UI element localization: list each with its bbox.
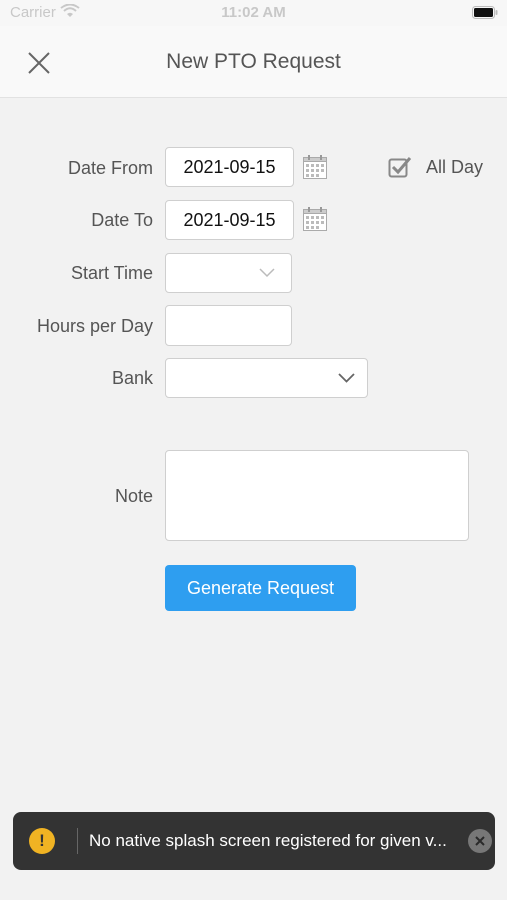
date-from-input[interactable]: 2021-09-15 [165, 147, 294, 187]
toast-message: No native splash screen registered for g… [89, 831, 447, 850]
close-icon [475, 836, 485, 846]
toast-close-button[interactable] [468, 829, 492, 853]
status-time: 11:02 AM [221, 4, 286, 21]
date-from-label: Date From [67, 158, 153, 178]
page-title: New PTO Request [166, 50, 341, 73]
hours-per-day-input[interactable] [165, 305, 292, 346]
toast-notification: ! No native splash screen registered for… [13, 812, 495, 870]
calendar-icon[interactable] [302, 154, 328, 180]
all-day-label: All Day [426, 156, 484, 177]
note-textarea[interactable] [165, 450, 469, 541]
generate-request-button[interactable]: Generate Request [165, 565, 356, 611]
bank-label: Bank [111, 368, 153, 388]
battery-icon [472, 6, 498, 19]
checkbox-checked-icon [388, 157, 412, 178]
date-to-input[interactable]: 2021-09-15 [165, 200, 294, 240]
date-to-label: Date To [91, 210, 153, 230]
toast-divider [77, 828, 78, 854]
note-label: Note [114, 486, 153, 506]
warning-icon: ! [29, 828, 55, 854]
start-time-label: Start Time [70, 263, 153, 283]
all-day-checkbox[interactable]: All Day [388, 156, 483, 178]
status-bar: Carrier 11:02 AM [0, 0, 507, 26]
chevron-down-icon [338, 373, 355, 383]
chevron-down-icon [259, 268, 275, 278]
calendar-icon[interactable] [302, 206, 328, 232]
navigation-bar: New PTO Request [0, 26, 507, 98]
hours-per-day-label: Hours per Day [36, 316, 153, 336]
